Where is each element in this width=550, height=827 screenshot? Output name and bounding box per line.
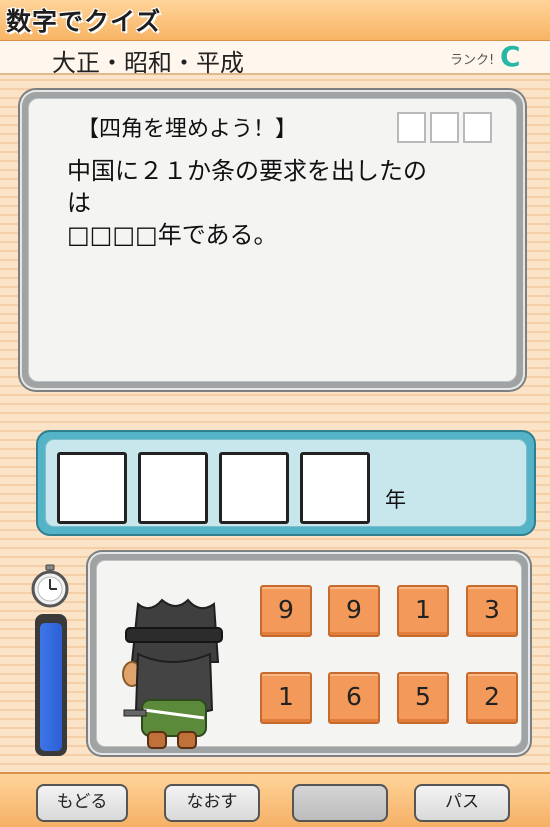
back-button[interactable]: もどる <box>36 784 128 822</box>
answer-slot-2[interactable] <box>138 452 208 524</box>
answer-slot-3[interactable] <box>219 452 289 524</box>
answer-panel: 年 <box>36 430 536 536</box>
question-panel: 【四角を埋めよう！】 中国に２１か条の要求を出したの は □□□□年である。 <box>20 90 525 390</box>
rank-label: ランク! <box>450 53 495 68</box>
category-bar: 大正・昭和・平成 ランク! C <box>0 40 550 77</box>
number-tile[interactable]: 9 <box>260 585 312 637</box>
game-title: 数字でクイズ <box>6 7 162 36</box>
number-tile[interactable]: 5 <box>397 672 449 724</box>
timer-bar <box>35 614 67 756</box>
number-tile[interactable]: 9 <box>328 585 380 637</box>
progress-box-1 <box>397 112 426 143</box>
pass-button[interactable]: パス <box>414 784 510 822</box>
redo-button[interactable]: なおす <box>164 784 260 822</box>
number-tile[interactable]: 1 <box>397 585 449 637</box>
question-card: 【四角を埋めよう！】 中国に２１か条の要求を出したの は □□□□年である。 <box>28 98 517 382</box>
blank-button[interactable] <box>292 784 388 822</box>
bottom-toolbar: もどる なおす パス <box>0 772 550 827</box>
number-tile[interactable]: 2 <box>466 672 518 724</box>
question-line-1: 中国に２１か条の要求を出したの <box>67 157 427 185</box>
question-heading: 【四角を埋めよう！】 <box>77 117 298 142</box>
answer-slot-4[interactable] <box>300 452 370 524</box>
number-tile[interactable]: 3 <box>466 585 518 637</box>
number-tile[interactable]: 1 <box>260 672 312 724</box>
progress-box-3 <box>463 112 492 143</box>
answer-area: 年 <box>45 439 527 527</box>
stopwatch-icon <box>28 564 72 608</box>
answer-unit: 年 <box>385 488 406 512</box>
timer-bar-fill <box>40 622 62 751</box>
question-line-2: は <box>67 189 91 217</box>
number-tile[interactable]: 6 <box>328 672 380 724</box>
ninja-character <box>118 592 226 752</box>
progress-box-2 <box>430 112 459 143</box>
answer-slot-1[interactable] <box>57 452 127 524</box>
question-text: 中国に２１か条の要求を出したの は □□□□年である。 <box>67 155 497 251</box>
rank-value: C <box>500 40 521 73</box>
category-label: 大正・昭和・平成 <box>52 49 244 77</box>
title-bar: 数字でクイズ <box>0 0 550 42</box>
question-line-3: □□□□年である。 <box>67 221 278 249</box>
